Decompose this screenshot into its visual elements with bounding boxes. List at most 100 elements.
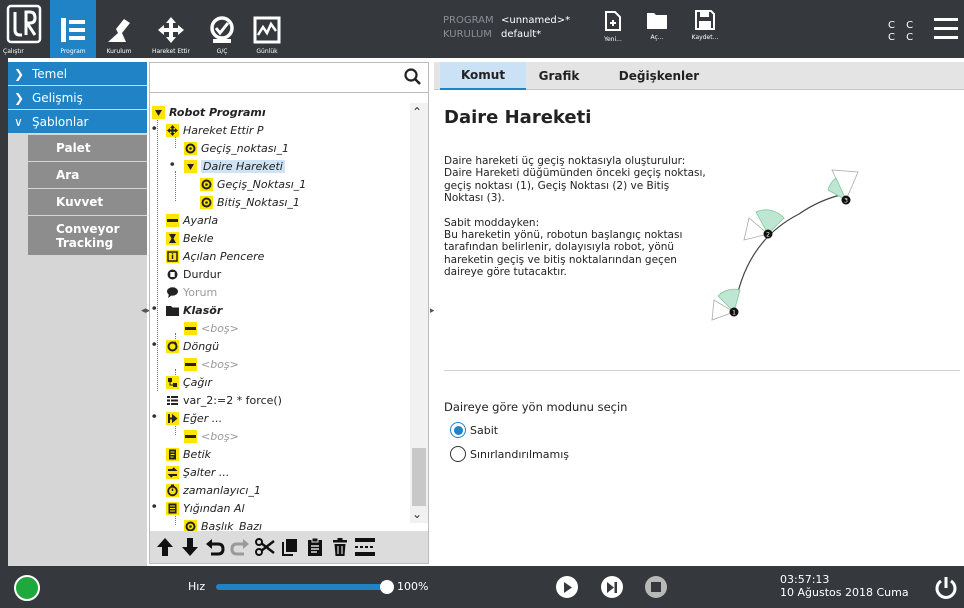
template-seek-label: Ara <box>56 168 80 182</box>
tree-item-label: Şalter ... <box>183 465 230 479</box>
redo-button[interactable] <box>229 536 251 558</box>
tree-item-empty[interactable]: <boş> <box>184 427 239 445</box>
tree-item-if[interactable]: Eğer ... <box>166 409 222 427</box>
open-button[interactable]: Aç... <box>637 10 677 54</box>
template-pallet[interactable]: Palet <box>28 135 147 162</box>
radio-selected-icon[interactable] <box>450 422 466 438</box>
tree-item-move[interactable]: Hareket Ettir P <box>166 121 264 139</box>
timer-icon <box>166 483 179 497</box>
tab-command[interactable]: Komut <box>440 62 526 90</box>
switch-icon <box>166 465 179 479</box>
tree-item-label: <boş> <box>201 429 239 443</box>
stop-button[interactable] <box>645 576 667 598</box>
category-templates[interactable]: ∨ Şablonlar <box>8 110 147 133</box>
tree-item-pop-stack[interactable]: Yığından Al <box>166 499 245 517</box>
tree-item-waypoint[interactable]: Geçiş_noktası_1 <box>184 139 289 157</box>
move-down-button[interactable] <box>179 536 201 558</box>
tree-item-label: Döngü <box>183 339 220 353</box>
tab-variables[interactable]: Değişkenler <box>604 62 714 90</box>
waypoint-icon <box>200 195 213 209</box>
program-name: <unnamed>* <box>501 15 571 26</box>
tree-item-label: Durdur <box>183 267 222 281</box>
pin-icon[interactable]: ⦁ <box>152 303 157 313</box>
template-seek[interactable]: Ara <box>28 162 147 189</box>
mode-unconstrained-radio[interactable]: Sınırlandırılmamış <box>450 446 569 462</box>
delete-button[interactable] <box>329 536 351 558</box>
category-basic[interactable]: ❯ Temel <box>8 62 147 85</box>
power-icon[interactable] <box>934 576 958 600</box>
undo-button[interactable] <box>204 536 226 558</box>
mode-unconstrained-label: Sınırlandırılmamış <box>470 447 569 461</box>
tree-item-popup[interactable]: Açılan Pencere <box>166 247 264 265</box>
program-tree-panel: Robot Programı ⦁ Hareket Ettir P Geçiş_n… <box>149 62 429 564</box>
tree-item-switch[interactable]: Şalter ... <box>166 463 229 481</box>
tree-item-set[interactable]: Ayarla <box>166 211 218 229</box>
pin-icon[interactable]: ⦁ <box>152 339 157 349</box>
tree-item-comment[interactable]: Yorum <box>166 283 217 301</box>
tree-item-end-point[interactable]: Bitiş_Noktası_1 <box>200 193 300 211</box>
pin-icon[interactable]: ⦁ <box>152 123 157 133</box>
step-button[interactable] <box>601 576 623 598</box>
tree-item-label: Yığından Al <box>183 501 245 515</box>
waypoint-icon <box>200 177 213 191</box>
tab-graphics[interactable]: Grafik <box>526 62 592 90</box>
cut-button[interactable] <box>254 536 276 558</box>
move-up-button[interactable] <box>154 536 176 558</box>
nav-program[interactable]: Program <box>50 0 96 58</box>
nav-log[interactable]: Günlük <box>244 0 290 58</box>
tree-item-empty[interactable]: <boş> <box>184 319 239 337</box>
tree-item-label: Açılan Pencere <box>183 249 265 263</box>
run-tab[interactable]: Çalıştır <box>0 0 48 58</box>
point-2-label: 2 <box>766 232 770 239</box>
chevron-down-icon: ∨ <box>14 114 23 129</box>
speed-slider-handle[interactable] <box>380 580 394 594</box>
pin-icon[interactable]: ⦁ <box>170 159 175 169</box>
tree-item-label: Geçiş_Noktası_1 <box>217 177 307 191</box>
template-force[interactable]: Kuvvet <box>28 189 147 216</box>
chevron-up-icon[interactable]: ⌃ <box>412 105 422 119</box>
new-button[interactable]: Yeni... <box>593 10 633 54</box>
nav-io[interactable]: G/Ç <box>202 0 242 58</box>
tree-item-circle-move[interactable]: Daire Hareketi <box>184 157 285 175</box>
category-advanced[interactable]: ❯ Gelişmiş <box>8 86 147 109</box>
save-button[interactable]: Kaydet... <box>685 10 725 54</box>
tree-item-halt[interactable]: Durdur <box>166 265 221 283</box>
chevron-down-icon[interactable]: ⌄ <box>412 507 422 521</box>
empty-node-icon <box>184 429 197 443</box>
scissors-icon <box>255 538 275 556</box>
copy-button[interactable] <box>279 536 301 558</box>
robot-status-indicator[interactable] <box>14 575 40 601</box>
nav-move[interactable]: Hareket Ettir <box>142 0 200 58</box>
search-bar[interactable] <box>150 63 428 93</box>
tree-item-call[interactable]: Çağır <box>166 373 212 391</box>
tree-item-empty[interactable]: <boş> <box>184 355 239 373</box>
nav-log-label: Günlük <box>256 48 278 55</box>
mode-fixed-radio[interactable]: Sabit <box>450 422 498 438</box>
arrow-up-icon <box>157 538 173 556</box>
folder-icon <box>166 305 179 316</box>
tree-item-script[interactable]: Betik <box>166 445 211 463</box>
tree-scroll-thumb[interactable] <box>412 448 426 506</box>
tree-item-folder[interactable]: Klasör <box>166 301 222 319</box>
pin-icon[interactable]: ⦁ <box>152 411 157 421</box>
tree-item-loop[interactable]: Döngü <box>166 337 219 355</box>
program-tree: Robot Programı ⦁ Hareket Ettir P Geçiş_n… <box>150 103 410 533</box>
top-bar: Çalıştır Program Kurulum Hareket Ettir G… <box>0 0 964 58</box>
category-templates-label: Şablonlar <box>32 114 89 129</box>
suppress-button[interactable] <box>354 536 376 558</box>
tree-root[interactable]: Robot Programı <box>152 103 266 121</box>
radio-unselected-icon[interactable] <box>450 446 466 462</box>
tree-item-timer[interactable]: zamanlayıcı_1 <box>166 481 261 499</box>
pin-icon[interactable]: ⦁ <box>152 501 157 511</box>
nav-installation[interactable]: Kurulum <box>96 0 142 58</box>
popup-icon <box>166 249 179 263</box>
speed-slider[interactable] <box>216 584 386 590</box>
tree-item-via-point[interactable]: Geçiş_Noktası_1 <box>200 175 306 193</box>
paste-button[interactable] <box>304 536 326 558</box>
play-button[interactable] <box>556 576 578 598</box>
menu-icon[interactable] <box>934 18 958 45</box>
search-icon[interactable] <box>404 68 422 86</box>
tree-item-assignment[interactable]: var_2:=2 * force() <box>166 391 282 409</box>
template-conveyor[interactable]: Conveyor Tracking <box>28 216 147 256</box>
tree-item-wait[interactable]: Bekle <box>166 229 214 247</box>
